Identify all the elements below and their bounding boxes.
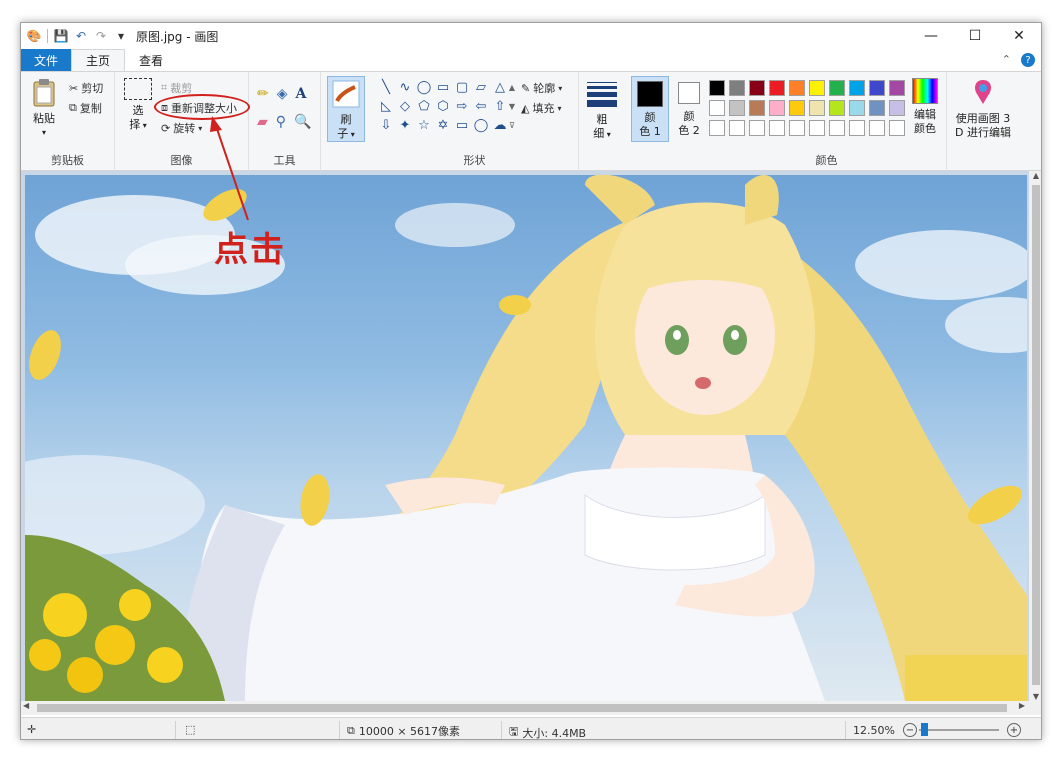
annotation-arrow — [210, 116, 249, 221]
annotation-click-label: 点击 — [214, 230, 286, 270]
